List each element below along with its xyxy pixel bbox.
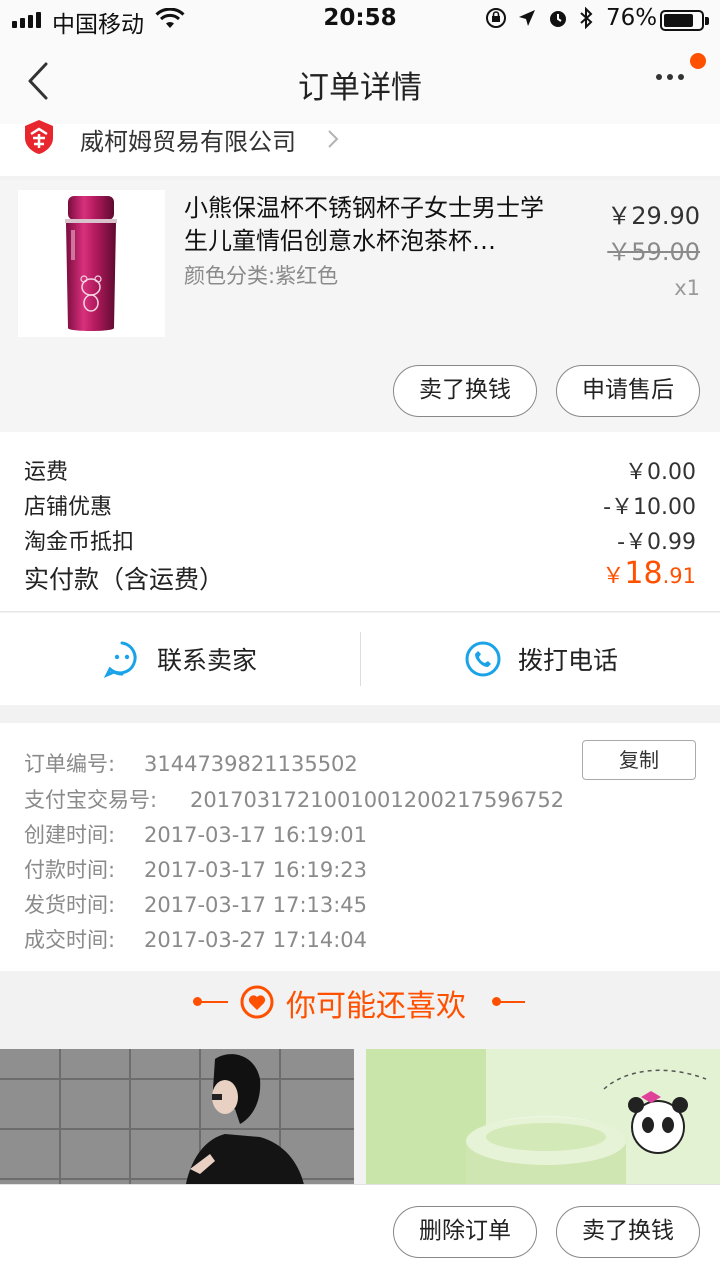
battery-percentage: 76% xyxy=(606,5,658,31)
heart-icon xyxy=(240,985,274,1019)
product-image[interactable] xyxy=(18,190,165,337)
shipping-fee-value: ￥0.00 xyxy=(625,460,696,485)
shop-discount-value: -￥10.00 xyxy=(603,495,696,520)
amount-paid-label: 实付款（含运费） xyxy=(24,565,225,594)
shop-name[interactable]: 威柯姆贸易有限公司 xyxy=(80,122,296,157)
coin-deduction-value: -￥0.99 xyxy=(617,530,696,555)
alipay-number: 2017031721001001200217596752 xyxy=(190,788,565,812)
status-icons xyxy=(485,7,593,29)
order-number-row: 订单编号: 3144739821135502 xyxy=(24,752,358,776)
product-original-price: ￥59.00 xyxy=(607,238,700,266)
thermos-cup-image xyxy=(65,196,117,331)
copy-button[interactable]: 复制 xyxy=(582,740,696,780)
alipay-number-row: 支付宝交易号: 2017031721001001200217596752 xyxy=(24,788,565,812)
recommend-title: 你可能还喜欢 xyxy=(286,989,466,1024)
notification-dot xyxy=(690,53,706,69)
recommend-item-image[interactable] xyxy=(0,1049,354,1189)
call-phone-button[interactable]: 拨打电话 xyxy=(361,613,720,705)
contact-seller-button[interactable]: 联系卖家 xyxy=(0,613,360,705)
enterprise-shop-icon xyxy=(25,120,53,154)
skincare-photo xyxy=(366,1049,720,1189)
after-sales-button[interactable]: 申请售后 xyxy=(556,365,700,417)
decor-line xyxy=(200,1001,228,1003)
rotation-lock-icon xyxy=(486,8,506,28)
chat-bubble-icon xyxy=(103,641,137,678)
sell-for-cash-button[interactable]: 卖了换钱 xyxy=(393,365,537,417)
product-quantity: x1 xyxy=(674,276,700,300)
page-title: 订单详情 xyxy=(298,70,422,106)
product-title[interactable]: 小熊保温杯不锈钢杯子女士男士学生儿童情侣创意水杯泡茶杯… xyxy=(184,192,554,258)
contact-seller-label: 联系卖家 xyxy=(156,646,257,675)
delete-order-button[interactable]: 删除订单 xyxy=(393,1206,537,1258)
alarm-icon xyxy=(550,11,566,27)
bluetooth-icon xyxy=(580,7,593,29)
completed-time-row: 成交时间: 2017-03-27 17:14:04 xyxy=(24,928,368,952)
phone-icon xyxy=(465,641,501,677)
sell-for-cash-bottom-button[interactable]: 卖了换钱 xyxy=(556,1206,700,1258)
more-options-icon[interactable] xyxy=(656,74,684,80)
chevron-right-icon xyxy=(328,130,339,148)
decor-line xyxy=(497,1001,525,1003)
product-sku: 颜色分类:紫红色 xyxy=(184,264,339,288)
call-phone-label: 拨打电话 xyxy=(517,646,618,675)
shipping-fee-label: 运费 xyxy=(24,460,69,485)
created-time-row: 创建时间: 2017-03-17 16:19:01 xyxy=(24,823,368,847)
decor-dot xyxy=(492,997,501,1006)
product-price: ￥29.90 xyxy=(607,202,700,230)
battery-icon xyxy=(660,10,709,31)
recommend-item-image[interactable] xyxy=(366,1049,720,1189)
shipped-time-row: 发货时间: 2017-03-17 17:13:45 xyxy=(24,893,368,917)
coin-deduction-label: 淘金币抵扣 xyxy=(24,530,135,555)
amount-paid-value: ￥18.91 xyxy=(602,556,696,591)
fashion-photo xyxy=(0,1049,354,1189)
paid-time-row: 付款时间: 2017-03-17 16:19:23 xyxy=(24,858,368,882)
order-number: 3144739821135502 xyxy=(144,752,358,776)
shop-discount-label: 店铺优惠 xyxy=(24,495,113,520)
location-icon xyxy=(519,10,535,26)
